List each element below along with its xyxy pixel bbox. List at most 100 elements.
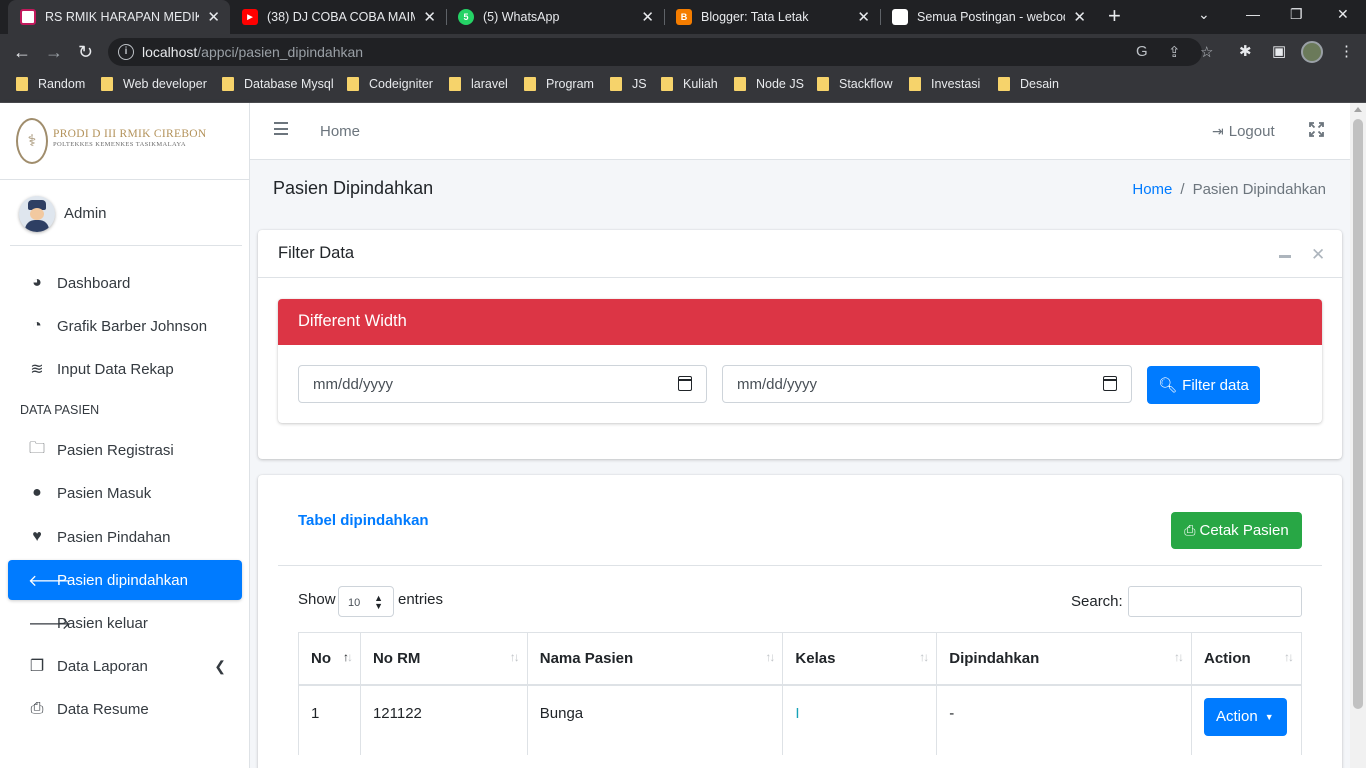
- browser-tab[interactable]: RS RMIK HARAPAN MEDIKA ✕: [8, 0, 230, 34]
- bookmark-folder[interactable]: Kuliah: [661, 77, 718, 91]
- close-tab-icon[interactable]: ✕: [1073, 8, 1086, 26]
- logout-label: Logout: [1228, 123, 1275, 140]
- date-from-placeholder: mm/dd/yyyy: [313, 376, 394, 393]
- scrollbar-thumb[interactable]: [1353, 119, 1363, 709]
- column-header-no[interactable]: No ↑↓: [298, 632, 361, 686]
- print-icon: ⎙: [30, 700, 44, 717]
- sidebar-item-data-laporan[interactable]: ❐ Data Laporan ❮: [8, 646, 242, 686]
- column-header-action[interactable]: Action ↑↓: [1190, 632, 1303, 686]
- top-navbar: Home ⇥ Logout: [250, 103, 1350, 160]
- sort-icon: ↑↓: [1284, 650, 1294, 664]
- bookmark-folder[interactable]: Random: [16, 77, 85, 91]
- close-tab-icon[interactable]: ✕: [423, 8, 436, 26]
- brand[interactable]: ⚕ PRODI D III RMIK CIREBON POLTEKKES KEM…: [0, 103, 249, 180]
- extensions-icon[interactable]: ✱: [1239, 42, 1252, 60]
- calendar-icon[interactable]: [677, 376, 692, 391]
- profile-avatar[interactable]: [1301, 41, 1323, 63]
- calendar-icon[interactable]: [1102, 376, 1117, 391]
- sort-icon: ↑↓: [509, 650, 520, 664]
- reload-icon[interactable]: ↻: [78, 41, 93, 63]
- sidebar-item-dashboard[interactable]: ◕ Dashboard: [8, 263, 242, 303]
- restore-icon[interactable]: ❐: [1290, 6, 1303, 23]
- forward-icon[interactable]: →: [45, 41, 63, 63]
- cell-no-rm: 121122: [359, 684, 528, 755]
- page-length-select[interactable]: 10 ▲ ▼: [338, 586, 394, 617]
- sidebar-item-pasien-registrasi[interactable]: 🗀 Pasien Registrasi: [8, 430, 242, 470]
- sidebar-item-pasien-masuk[interactable]: ● Pasien Masuk: [8, 473, 242, 513]
- site-info-icon[interactable]: i: [118, 44, 134, 60]
- close-tab-icon[interactable]: ✕: [207, 8, 220, 26]
- address-bar[interactable]: i localhost/appci/pasien_dipindahkan G ⇪…: [108, 38, 1213, 66]
- column-header-no-rm[interactable]: No RM ↑↓: [359, 632, 528, 686]
- breadcrumb-home-link[interactable]: Home: [1132, 181, 1172, 198]
- tab-search-icon[interactable]: ⌄: [1198, 6, 1210, 23]
- browser-tab[interactable]: B Blogger: Tata Letak ✕: [664, 0, 880, 34]
- new-tab-icon[interactable]: +: [1108, 5, 1121, 27]
- close-tab-icon[interactable]: ✕: [857, 8, 870, 26]
- bookmark-folder[interactable]: Investasi: [909, 77, 980, 91]
- scroll-up-icon[interactable]: [1354, 107, 1362, 112]
- collapse-icon[interactable]: [1279, 255, 1291, 258]
- date-from-input[interactable]: mm/dd/yyyy: [298, 365, 707, 403]
- logout-link[interactable]: ⇥ Logout: [1212, 123, 1275, 140]
- column-header-nama-pasien[interactable]: Nama Pasien ↑↓: [526, 632, 784, 686]
- column-header-dipindahkan[interactable]: Dipindahkan ↑↓: [936, 632, 1192, 686]
- browser-tab[interactable]: Semua Postingan - webcodin ✕: [880, 0, 1096, 34]
- divider: [278, 565, 1322, 566]
- window-close-icon[interactable]: ✕: [1337, 6, 1349, 23]
- cell-action: Action ▼: [1190, 684, 1303, 755]
- hamburger-menu-icon[interactable]: [274, 122, 288, 139]
- folder-icon: [817, 77, 829, 91]
- navbar-home-link[interactable]: Home: [320, 123, 360, 140]
- bookmark-folder[interactable]: Database Mysql: [222, 77, 334, 91]
- date-to-input[interactable]: mm/dd/yyyy: [722, 365, 1132, 403]
- sidebar-item-grafik-barber-johnson[interactable]: ◔ Grafik Barber Johnson: [8, 306, 242, 346]
- patients-table: No ↑↓ No RM ↑↓ Nama Pasien ↑↓ Kelas ↑↓ Dipin…: [298, 632, 1303, 755]
- sidebar-item-pasien-keluar[interactable]: 🡒 Pasien keluar: [8, 603, 242, 643]
- bookmark-folder[interactable]: laravel: [449, 77, 508, 91]
- cell-nama-pasien: Bunga: [526, 684, 784, 755]
- page-title: Pasien Dipindahkan: [273, 178, 434, 198]
- bookmark-folder[interactable]: JS: [610, 77, 647, 91]
- minimize-icon[interactable]: —: [1246, 6, 1260, 22]
- bookmark-folder[interactable]: Desain: [998, 77, 1059, 91]
- show-label: Show: [298, 591, 336, 608]
- whatsapp-icon: 5: [458, 9, 474, 25]
- table-header-row: No ↑↓ No RM ↑↓ Nama Pasien ↑↓ Kelas ↑↓ Dipin…: [298, 632, 1303, 686]
- sidebar-item-pasien-pindahan[interactable]: ♥ Pasien Pindahan: [8, 517, 242, 557]
- user-name[interactable]: Admin: [64, 205, 107, 222]
- page-scrollbar[interactable]: [1350, 103, 1366, 768]
- bookmark-folder[interactable]: Program: [524, 77, 594, 91]
- fullscreen-icon[interactable]: [1309, 122, 1324, 137]
- folder-icon: [449, 77, 461, 91]
- entries-label: entries: [398, 591, 444, 608]
- page-length-value: 10: [348, 597, 361, 609]
- pie-chart-icon: ◔: [32, 317, 42, 334]
- sidebar-item-data-resume[interactable]: ⎙ Data Resume: [8, 689, 242, 729]
- google-lens-icon[interactable]: G: [1136, 43, 1148, 60]
- search-input[interactable]: [1128, 586, 1302, 617]
- print-patients-button[interactable]: ⎙ Cetak Pasien: [1171, 512, 1302, 549]
- browser-tab[interactable]: ▶ (38) DJ COBA COBA MAIMUN ✕: [230, 0, 446, 34]
- menu-icon[interactable]: ⋮: [1339, 42, 1354, 60]
- action-dropdown-button[interactable]: Action ▼: [1203, 697, 1287, 736]
- sidebar-item-pasien-dipindahkan[interactable]: 🡐 Pasien dipindahkan: [8, 560, 242, 600]
- column-header-kelas[interactable]: Kelas ↑↓: [782, 632, 938, 686]
- arrow-right-icon: 🡒: [28, 615, 71, 633]
- bookmark-folder[interactable]: Web developer: [101, 77, 207, 91]
- share-icon[interactable]: ⇪: [1168, 43, 1181, 61]
- avatar: [19, 196, 55, 232]
- bookmark-star-icon[interactable]: ☆: [1200, 43, 1213, 61]
- filter-card: Filter Data ✕ Different Width mm/dd/yyyy…: [258, 230, 1342, 459]
- close-tab-icon[interactable]: ✕: [641, 8, 654, 26]
- bookmark-folder[interactable]: Codeigniter: [347, 77, 433, 91]
- close-icon[interactable]: ✕: [1311, 245, 1325, 265]
- browser-tab[interactable]: 5 (5) WhatsApp ✕: [446, 0, 664, 34]
- bookmark-folder[interactable]: Node JS: [734, 77, 804, 91]
- side-panel-icon[interactable]: ▣: [1272, 42, 1286, 60]
- breadcrumb-current: Pasien Dipindahkan: [1192, 181, 1326, 198]
- bookmark-folder[interactable]: Stackflow: [817, 77, 893, 91]
- filter-data-button[interactable]: 🔍︎ Filter data: [1147, 366, 1260, 404]
- back-icon[interactable]: ←: [13, 41, 31, 63]
- sidebar-item-input-data-rekap[interactable]: ≋ Input Data Rekap: [8, 349, 242, 389]
